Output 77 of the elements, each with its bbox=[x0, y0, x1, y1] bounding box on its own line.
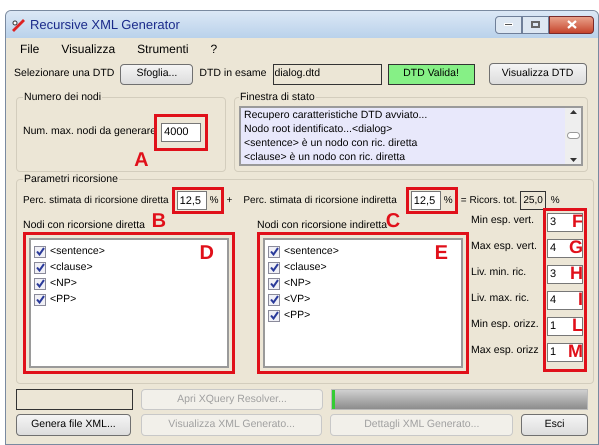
annotation-letter: B bbox=[152, 211, 166, 232]
log-line: Recupero caratteristiche DTD avviato... bbox=[244, 108, 428, 122]
field-label: Liv. max. ric. bbox=[471, 290, 530, 306]
checkbox[interactable] bbox=[34, 246, 46, 258]
action-button[interactable]: Esci bbox=[521, 414, 588, 436]
field-label: Perc. stimata di ricorsione diretta bbox=[23, 194, 169, 208]
percent-input[interactable]: 12,5 bbox=[176, 191, 207, 210]
unit-label: % bbox=[550, 194, 560, 208]
window-title: Recursive XML Generator bbox=[30, 16, 180, 34]
menu-item[interactable]: ? bbox=[210, 40, 218, 58]
close-icon bbox=[566, 20, 576, 29]
checkbox-label: <VP> bbox=[284, 292, 310, 307]
annotation-letter: E bbox=[434, 242, 448, 263]
group-title: Finestra di stato bbox=[239, 90, 316, 105]
group-title: Parametri ricorsione bbox=[23, 172, 119, 187]
field-label: Num. max. nodi da generare bbox=[23, 124, 156, 140]
unit-label: % bbox=[444, 194, 453, 208]
field-label: Min esp. orizz. bbox=[471, 316, 539, 332]
annotation-letter: A bbox=[134, 150, 149, 170]
operator-label: + bbox=[226, 194, 232, 208]
annotation-letter: I bbox=[578, 290, 583, 308]
annotation-letter: C bbox=[386, 211, 400, 232]
field-label: DTD in esame bbox=[199, 66, 266, 82]
checkbox[interactable] bbox=[34, 262, 46, 274]
browse-button[interactable]: Sfoglia... bbox=[120, 64, 194, 84]
list-title: Nodi con ricorsione diretta bbox=[23, 218, 145, 232]
checkbox-label: <NP> bbox=[50, 276, 77, 291]
percent-input[interactable]: 12,5 bbox=[410, 191, 441, 210]
annotation-letter: H bbox=[570, 264, 583, 282]
checkbox[interactable] bbox=[268, 278, 280, 290]
checkbox[interactable] bbox=[268, 246, 280, 258]
status-badge: DTD Valida! bbox=[388, 64, 474, 84]
close-button[interactable] bbox=[549, 16, 594, 34]
scroll-thumb[interactable] bbox=[566, 132, 580, 140]
field-label: Perc. stimata di ricorsione indiretta bbox=[243, 194, 397, 208]
scroll-down-icon[interactable] bbox=[570, 158, 576, 162]
checkbox-label: <PP> bbox=[50, 292, 76, 307]
annotation-letter: G bbox=[568, 238, 583, 256]
file-name-field: dialog.dtd bbox=[272, 64, 382, 84]
annotation-letter: M bbox=[568, 342, 583, 360]
node-count-input[interactable]: 4000 bbox=[161, 122, 202, 142]
field-label: Ricors. tot. bbox=[470, 194, 518, 208]
scrollbar[interactable] bbox=[565, 108, 581, 164]
menu-item[interactable]: Strumenti bbox=[137, 40, 189, 58]
checkbox-label: <PP> bbox=[284, 308, 310, 323]
minimize-button[interactable] bbox=[495, 16, 522, 34]
checkbox-label: <sentence> bbox=[284, 244, 339, 259]
checkbox-label: <NP> bbox=[284, 276, 311, 291]
maximize-button[interactable] bbox=[522, 16, 549, 34]
checkbox-label: <clause> bbox=[284, 260, 327, 275]
checkbox[interactable] bbox=[34, 294, 46, 306]
checkbox-label: <clause> bbox=[50, 260, 93, 275]
operator-label: = bbox=[460, 194, 467, 208]
list-title: Nodi con ricorsione indiretta bbox=[257, 218, 388, 232]
action-button[interactable]: Genera file XML... bbox=[16, 414, 131, 436]
menu-item[interactable]: Visualizza bbox=[61, 40, 116, 58]
checkbox[interactable] bbox=[34, 278, 46, 290]
log-line: <sentence> è un nodo con ric. diretta bbox=[244, 136, 418, 150]
field-label: Liv. min. ric. bbox=[471, 264, 526, 280]
view-dtd-button[interactable]: Visualizza DTD bbox=[488, 63, 586, 85]
checkbox[interactable] bbox=[268, 310, 280, 322]
field-label: Max esp. vert. bbox=[471, 238, 537, 254]
checkbox-label: <sentence> bbox=[50, 244, 105, 259]
field-label: Selezionare una DTD bbox=[14, 66, 114, 82]
scroll-up-icon[interactable] bbox=[570, 110, 576, 114]
field-label: Min esp. vert. bbox=[471, 212, 534, 228]
annotation-letter: D bbox=[200, 242, 214, 263]
checkbox[interactable] bbox=[268, 262, 280, 274]
log-line: <clause> è un nodo con ric. diretta bbox=[244, 150, 406, 164]
group-title: Numero dei nodi bbox=[23, 90, 102, 105]
unit-label: % bbox=[210, 194, 219, 208]
total-field: 25,0 bbox=[520, 191, 546, 210]
field-label: Max esp. orizz bbox=[471, 342, 539, 358]
menu-item[interactable]: File bbox=[20, 40, 40, 58]
checkbox[interactable] bbox=[268, 294, 280, 306]
log-line: Nodo root identificato...<dialog> bbox=[244, 122, 394, 136]
app-icon bbox=[10, 16, 26, 32]
